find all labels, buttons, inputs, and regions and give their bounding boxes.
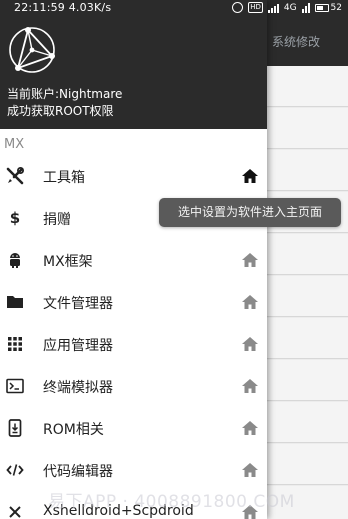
home-icon[interactable] (240, 376, 260, 396)
menu-item-rom[interactable]: ROM相关 (0, 407, 267, 449)
battery-icon: 52 (314, 2, 342, 13)
terminal-icon (5, 376, 25, 396)
home-icon[interactable] (240, 166, 260, 186)
app-logo-icon (9, 27, 55, 73)
home-icon[interactable] (240, 460, 260, 480)
signal-icon (267, 3, 279, 13)
close-x-icon (5, 502, 25, 519)
drawer-header: 当前账户:Nightmare 成功获取ROOT权限 (0, 0, 267, 129)
menu-item-label: 文件管理器 (43, 296, 113, 312)
menu-item-label: 应用管理器 (43, 338, 113, 354)
menu-item-toolbox[interactable]: 工具箱 (0, 155, 267, 197)
menu-item-label: 捐赠 (43, 212, 71, 228)
toast-message: 选中设置为软件进入主页面 (159, 198, 341, 227)
home-icon[interactable] (240, 250, 260, 270)
home-icon[interactable] (240, 502, 260, 519)
status-time: 22:11:59 (14, 1, 66, 14)
menu-item-mx-framework[interactable]: MX框架 (0, 239, 267, 281)
background-title: 系统修改 (272, 35, 321, 49)
code-icon (5, 460, 25, 480)
menu-item-app-manager[interactable]: 应用管理器 (0, 323, 267, 365)
folder-icon (5, 292, 25, 312)
section-label: MX (4, 137, 25, 152)
root-status: 成功获取ROOT权限 (7, 104, 114, 118)
status-bar: 22:11:59 4.03K/s HD 4G 52 (0, 0, 348, 18)
network-type: 4G (283, 2, 297, 13)
tools-icon (5, 166, 25, 186)
account-info: 当前账户:Nightmare 成功获取ROOT权限 (7, 86, 122, 120)
status-icons: HD 4G 52 (232, 2, 342, 13)
menu-item-label: 代码编辑器 (43, 464, 113, 480)
apps-grid-icon (5, 334, 25, 354)
menu-item-label: Xshelldroid+Scpdroid (43, 503, 194, 519)
dollar-icon: $ (9, 209, 21, 227)
alarm-icon (232, 2, 244, 13)
navigation-drawer: 当前账户:Nightmare 成功获取ROOT权限 MX 工具箱 $ 捐赠 MX… (0, 0, 267, 519)
menu-item-terminal[interactable]: 终端模拟器 (0, 365, 267, 407)
phone-download-icon (5, 418, 25, 438)
menu-item-label: 工具箱 (43, 170, 85, 186)
menu-item-xshelldroid[interactable]: Xshelldroid+Scpdroid (0, 491, 267, 519)
menu-item-file-manager[interactable]: 文件管理器 (0, 281, 267, 323)
battery-level: 52 (330, 2, 342, 13)
hd-icon: HD (248, 2, 263, 13)
menu-item-label: ROM相关 (43, 422, 104, 438)
menu-item-code-editor[interactable]: 代码编辑器 (0, 449, 267, 491)
home-icon[interactable] (240, 292, 260, 312)
wifi-signal-icon (301, 2, 310, 13)
home-icon[interactable] (240, 418, 260, 438)
account-name: 当前账户:Nightmare (7, 87, 123, 101)
home-icon[interactable] (240, 334, 260, 354)
menu-item-label: 终端模拟器 (43, 380, 113, 396)
status-time-speed: 22:11:59 4.03K/s (14, 1, 111, 14)
status-speed: 4.03K/s (68, 1, 112, 14)
android-icon (5, 250, 25, 270)
menu-item-label: MX框架 (43, 254, 93, 270)
